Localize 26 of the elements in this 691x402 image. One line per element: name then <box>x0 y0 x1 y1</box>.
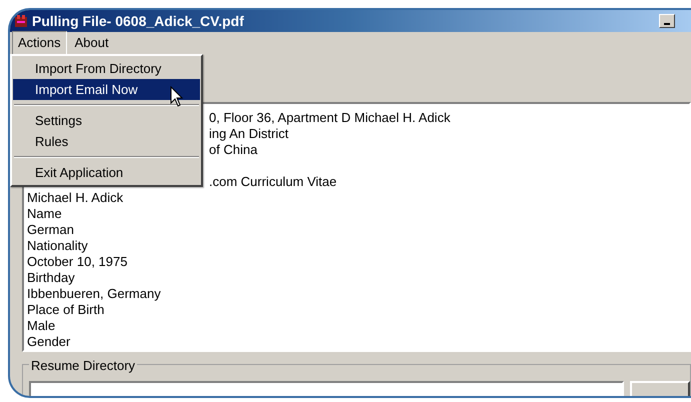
text-line: Ibbenbueren, Germany <box>27 286 161 301</box>
text-line: Nationality <box>27 238 88 253</box>
text-line: ing An District <box>209 126 288 141</box>
cursor-icon <box>170 86 184 108</box>
text-line: Name <box>27 206 62 221</box>
text-line: Male <box>27 318 56 333</box>
text-line: Place of Birth <box>27 302 104 317</box>
text-line: October 10, 1975 <box>27 254 128 269</box>
menu-item[interactable]: About <box>68 31 115 55</box>
text-line: German <box>27 222 74 237</box>
menu-option[interactable]: Rules <box>13 131 200 152</box>
menu-option[interactable]: Exit Application <box>13 162 200 183</box>
text-line: Gender <box>27 334 70 349</box>
window-title: Pulling File- 0608_Adick_CV.pdf <box>32 14 244 28</box>
menu-option[interactable]: Settings <box>13 110 200 131</box>
text-line: Michael H. Adick <box>27 190 124 205</box>
menu-option[interactable]: Import From Directory <box>13 58 200 79</box>
minimize-icon <box>664 23 670 25</box>
minimize-button[interactable] <box>659 14 675 28</box>
text-line: 0, Floor 36, Apartment D Michael H. Adick <box>209 110 450 125</box>
text-line: .com Curriculum Vitae <box>209 174 337 189</box>
menu-option[interactable]: Import Email Now <box>13 79 200 100</box>
text-line: Birthday <box>27 270 75 285</box>
document-text-area[interactable] <box>22 102 691 352</box>
text-line: of China <box>209 142 258 157</box>
app-icon <box>14 14 28 28</box>
